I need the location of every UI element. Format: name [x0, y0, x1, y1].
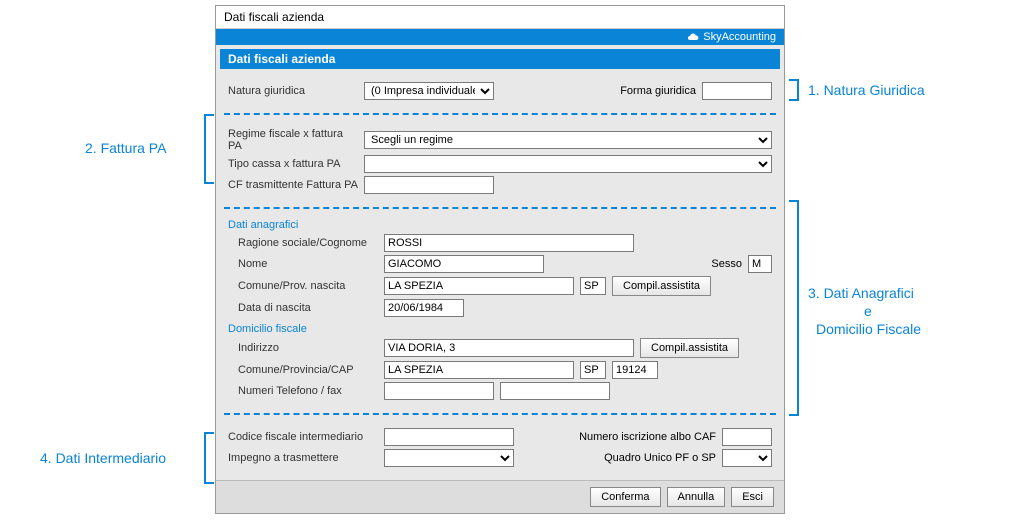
natura-label: Natura giuridica — [228, 85, 358, 97]
natura-select[interactable]: (0 Impresa individuale — [364, 82, 494, 100]
fax-input[interactable] — [500, 382, 610, 400]
cassa-label: Tipo cassa x fattura PA — [228, 158, 358, 170]
comune-nascita-input[interactable] — [384, 277, 574, 295]
bracket — [789, 79, 799, 101]
bracket — [789, 200, 799, 416]
comune-domicilio-input[interactable] — [384, 361, 574, 379]
bracket — [204, 432, 214, 484]
prov-nascita-input[interactable] — [580, 277, 606, 295]
callout-3a: 3. Dati Anagrafici — [808, 285, 914, 301]
section-header: Dati fiscali azienda — [220, 49, 780, 69]
telefono-label: Numeri Telefono / fax — [228, 385, 378, 397]
compil-assistita-anagrafici-button[interactable]: Compil.assistita — [612, 276, 711, 296]
quadro-label: Quadro Unico PF o SP — [604, 452, 716, 464]
indirizzo-label: Indirizzo — [228, 342, 378, 354]
domicilio-group-label: Domicilio fiscale — [228, 323, 772, 335]
cloud-icon — [687, 31, 699, 43]
cf-trasmittente-input[interactable] — [364, 176, 494, 194]
divider — [224, 207, 776, 209]
quadro-select[interactable] — [722, 449, 772, 467]
intermediario-panel: Codice fiscale intermediario Numero iscr… — [220, 419, 780, 476]
cassa-select[interactable] — [364, 155, 772, 173]
data-nascita-label: Data di nascita — [228, 302, 378, 314]
annulla-button[interactable]: Annulla — [667, 487, 726, 507]
fiscal-data-dialog: Dati fiscali azienda SkyAccounting Dati … — [215, 5, 785, 514]
regime-select[interactable]: Scegli un regime — [364, 131, 772, 149]
telefono-input[interactable] — [384, 382, 494, 400]
ragione-label: Ragione sociale/Cognome — [228, 237, 378, 249]
callout-3b: e — [864, 303, 872, 319]
callout-4: 4. Dati Intermediario — [40, 450, 166, 466]
window-title: Dati fiscali azienda — [216, 6, 784, 29]
divider — [224, 113, 776, 115]
impegno-select[interactable] — [384, 449, 514, 467]
brand-text: SkyAccounting — [703, 31, 776, 43]
dialog-footer: Conferma Annulla Esci — [216, 480, 784, 513]
sesso-input[interactable] — [748, 255, 772, 273]
fatturapa-panel: Regime fiscale x fattura PA Scegli un re… — [220, 119, 780, 203]
comune-nascita-label: Comune/Prov. nascita — [228, 280, 378, 292]
forma-label: Forma giuridica — [620, 85, 696, 97]
divider — [224, 413, 776, 415]
comune-domicilio-label: Comune/Provincia/CAP — [228, 364, 378, 376]
impegno-label: Impegno a trasmettere — [228, 452, 378, 464]
caf-input[interactable] — [722, 428, 772, 446]
cf-intermediario-input[interactable] — [384, 428, 514, 446]
cf-trasmittente-label: CF trasmittente Fattura PA — [228, 179, 358, 191]
esci-button[interactable]: Esci — [731, 487, 774, 507]
prov-domicilio-input[interactable] — [580, 361, 606, 379]
natura-panel: Natura giuridica (0 Impresa individuale … — [220, 73, 780, 109]
data-nascita-input[interactable] — [384, 299, 464, 317]
conferma-button[interactable]: Conferma — [590, 487, 660, 507]
caf-label: Numero iscrizione albo CAF — [579, 431, 716, 443]
sesso-label: Sesso — [711, 258, 742, 270]
indirizzo-input[interactable] — [384, 339, 634, 357]
cf-intermediario-label: Codice fiscale intermediario — [228, 431, 378, 443]
nome-label: Nome — [228, 258, 378, 270]
brand-bar: SkyAccounting — [216, 29, 784, 45]
callout-1: 1. Natura Giuridica — [808, 82, 925, 98]
callout-3c: Domicilio Fiscale — [816, 321, 921, 337]
nome-input[interactable] — [384, 255, 544, 273]
anagrafici-group-label: Dati anagrafici — [228, 219, 772, 231]
compil-assistita-domicilio-button[interactable]: Compil.assistita — [640, 338, 739, 358]
bracket — [204, 114, 214, 184]
cap-input[interactable] — [612, 361, 658, 379]
callout-2: 2. Fattura PA — [85, 140, 166, 156]
forma-input[interactable] — [702, 82, 772, 100]
ragione-input[interactable] — [384, 234, 634, 252]
regime-label: Regime fiscale x fattura PA — [228, 128, 358, 152]
anagrafici-domicilio-panel: Dati anagrafici Ragione sociale/Cognome … — [220, 213, 780, 409]
